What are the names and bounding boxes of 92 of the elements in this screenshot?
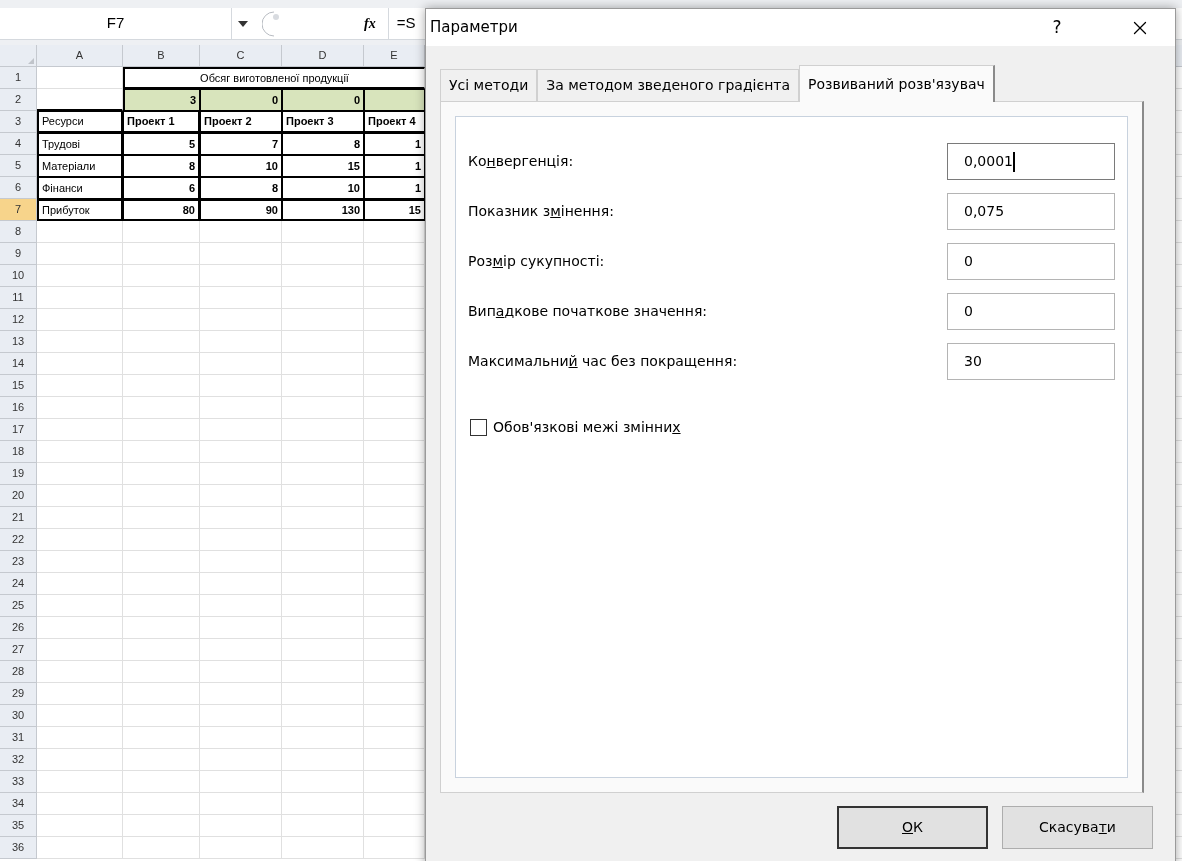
- input-field[interactable]: 0: [947, 293, 1115, 330]
- table-cell-text: 10: [347, 180, 360, 196]
- row-header[interactable]: 17: [0, 419, 37, 441]
- table-cell-text: 1: [414, 136, 421, 152]
- dialog-button[interactable]: Скасувати: [1002, 806, 1153, 849]
- tab[interactable]: Розвиваний розв'язувач: [799, 65, 995, 102]
- row-header[interactable]: 16: [0, 397, 37, 419]
- dropdown-arrow-icon[interactable]: [238, 20, 248, 27]
- row-header[interactable]: 11: [0, 287, 37, 309]
- row-header[interactable]: 5: [0, 155, 37, 177]
- table-cell-text: 10: [265, 158, 278, 174]
- table-cell-text: 90: [265, 202, 278, 218]
- row-header[interactable]: 6: [0, 177, 37, 199]
- formula-field[interactable]: =S: [396, 12, 416, 35]
- column-header[interactable]: D: [282, 45, 364, 66]
- row-header[interactable]: 1: [0, 67, 37, 89]
- tab[interactable]: Усі методи: [440, 69, 538, 101]
- column-header[interactable]: A: [37, 45, 123, 66]
- table-cell-text: 3: [189, 92, 196, 108]
- row-header[interactable]: 31: [0, 727, 37, 749]
- input-field[interactable]: 0,0001: [947, 143, 1115, 180]
- window-title: Параметри: [430, 17, 518, 39]
- option-label: Максимальний час без покращення:: [468, 352, 738, 371]
- row-header[interactable]: 33: [0, 771, 37, 793]
- row-header[interactable]: 35: [0, 815, 37, 837]
- table-cell-text: 1: [414, 158, 421, 174]
- table-cell-text: 15: [408, 202, 421, 218]
- option-label: Випадкове початкове значення:: [468, 302, 708, 321]
- row-header[interactable]: 13: [0, 331, 37, 353]
- table-cell-text: 80: [182, 202, 195, 218]
- table-cell-text: 7: [271, 136, 278, 152]
- table-cell-text: 5: [188, 136, 195, 152]
- row-header[interactable]: 10: [0, 265, 37, 287]
- row-header[interactable]: 25: [0, 595, 37, 617]
- row-header[interactable]: 15: [0, 375, 37, 397]
- row-header[interactable]: 36: [0, 837, 37, 859]
- table-cell-text: Обсяг виготовленої продукції: [200, 70, 349, 86]
- table-cell-text: Проект 4: [368, 114, 416, 130]
- table-cell-text: Проект 1: [127, 114, 175, 130]
- option-label: Конвергенція:: [468, 152, 574, 171]
- tab[interactable]: За методом зведеного градієнта: [537, 69, 800, 101]
- table-cell-text: 8: [353, 136, 360, 152]
- table-cell-text: Матеріали: [42, 158, 96, 174]
- row-header[interactable]: 34: [0, 793, 37, 815]
- row-header[interactable]: 24: [0, 573, 37, 595]
- table-cell-text: 1: [414, 180, 421, 196]
- function-label[interactable]: fx: [364, 13, 376, 34]
- table-cell-text: Фінанси: [42, 180, 83, 196]
- row-header[interactable]: 22: [0, 529, 37, 551]
- column-header[interactable]: C: [200, 45, 282, 66]
- row-header[interactable]: 32: [0, 749, 37, 771]
- table-cell-text: 8: [188, 158, 195, 174]
- row-header[interactable]: 23: [0, 551, 37, 573]
- table-cell-text: 15: [347, 158, 360, 174]
- row-header[interactable]: 21: [0, 507, 37, 529]
- checkbox-label: Обов'язкові межі змінних: [493, 418, 681, 437]
- checkbox[interactable]: [470, 419, 487, 436]
- row-header[interactable]: 20: [0, 485, 37, 507]
- row-header[interactable]: 4: [0, 133, 37, 155]
- table-cell-text: Ресурси: [42, 114, 84, 130]
- table-cell-text: 0: [271, 92, 278, 108]
- row-header[interactable]: 8: [0, 221, 37, 243]
- row-header[interactable]: 28: [0, 661, 37, 683]
- row-header[interactable]: 7: [0, 199, 37, 221]
- table-cell-text: Прибуток: [42, 202, 90, 218]
- row-header[interactable]: 26: [0, 617, 37, 639]
- table-cell-text: 0: [353, 92, 360, 108]
- row-header[interactable]: 9: [0, 243, 37, 265]
- table-cell-text: 8: [271, 180, 278, 196]
- input-field[interactable]: 30: [947, 343, 1115, 380]
- row-header[interactable]: 19: [0, 463, 37, 485]
- table-cell-text: 6: [188, 180, 195, 196]
- table-cell-text: 130: [341, 202, 360, 218]
- row-header[interactable]: 30: [0, 705, 37, 727]
- input-field[interactable]: 0: [947, 243, 1115, 280]
- row-header[interactable]: 14: [0, 353, 37, 375]
- help-button[interactable]: ?: [1037, 12, 1077, 43]
- row-header[interactable]: 3: [0, 111, 37, 133]
- row-header[interactable]: 2: [0, 89, 37, 111]
- row-header[interactable]: 12: [0, 309, 37, 331]
- input-field[interactable]: 0,075: [947, 193, 1115, 230]
- row-header[interactable]: 27: [0, 639, 37, 661]
- row-header[interactable]: 29: [0, 683, 37, 705]
- name-box[interactable]: F7: [0, 8, 232, 39]
- row-header[interactable]: 18: [0, 441, 37, 463]
- table-cell-text: Проект 3: [286, 114, 334, 130]
- table-cell-text: Проект 2: [204, 114, 252, 130]
- option-label: Розмір сукупності:: [468, 252, 605, 271]
- table-cell-text: Трудові: [42, 136, 81, 152]
- column-header[interactable]: B: [123, 45, 200, 66]
- option-label: Показник змінення:: [468, 202, 614, 221]
- dialog-button[interactable]: ОК: [837, 806, 988, 849]
